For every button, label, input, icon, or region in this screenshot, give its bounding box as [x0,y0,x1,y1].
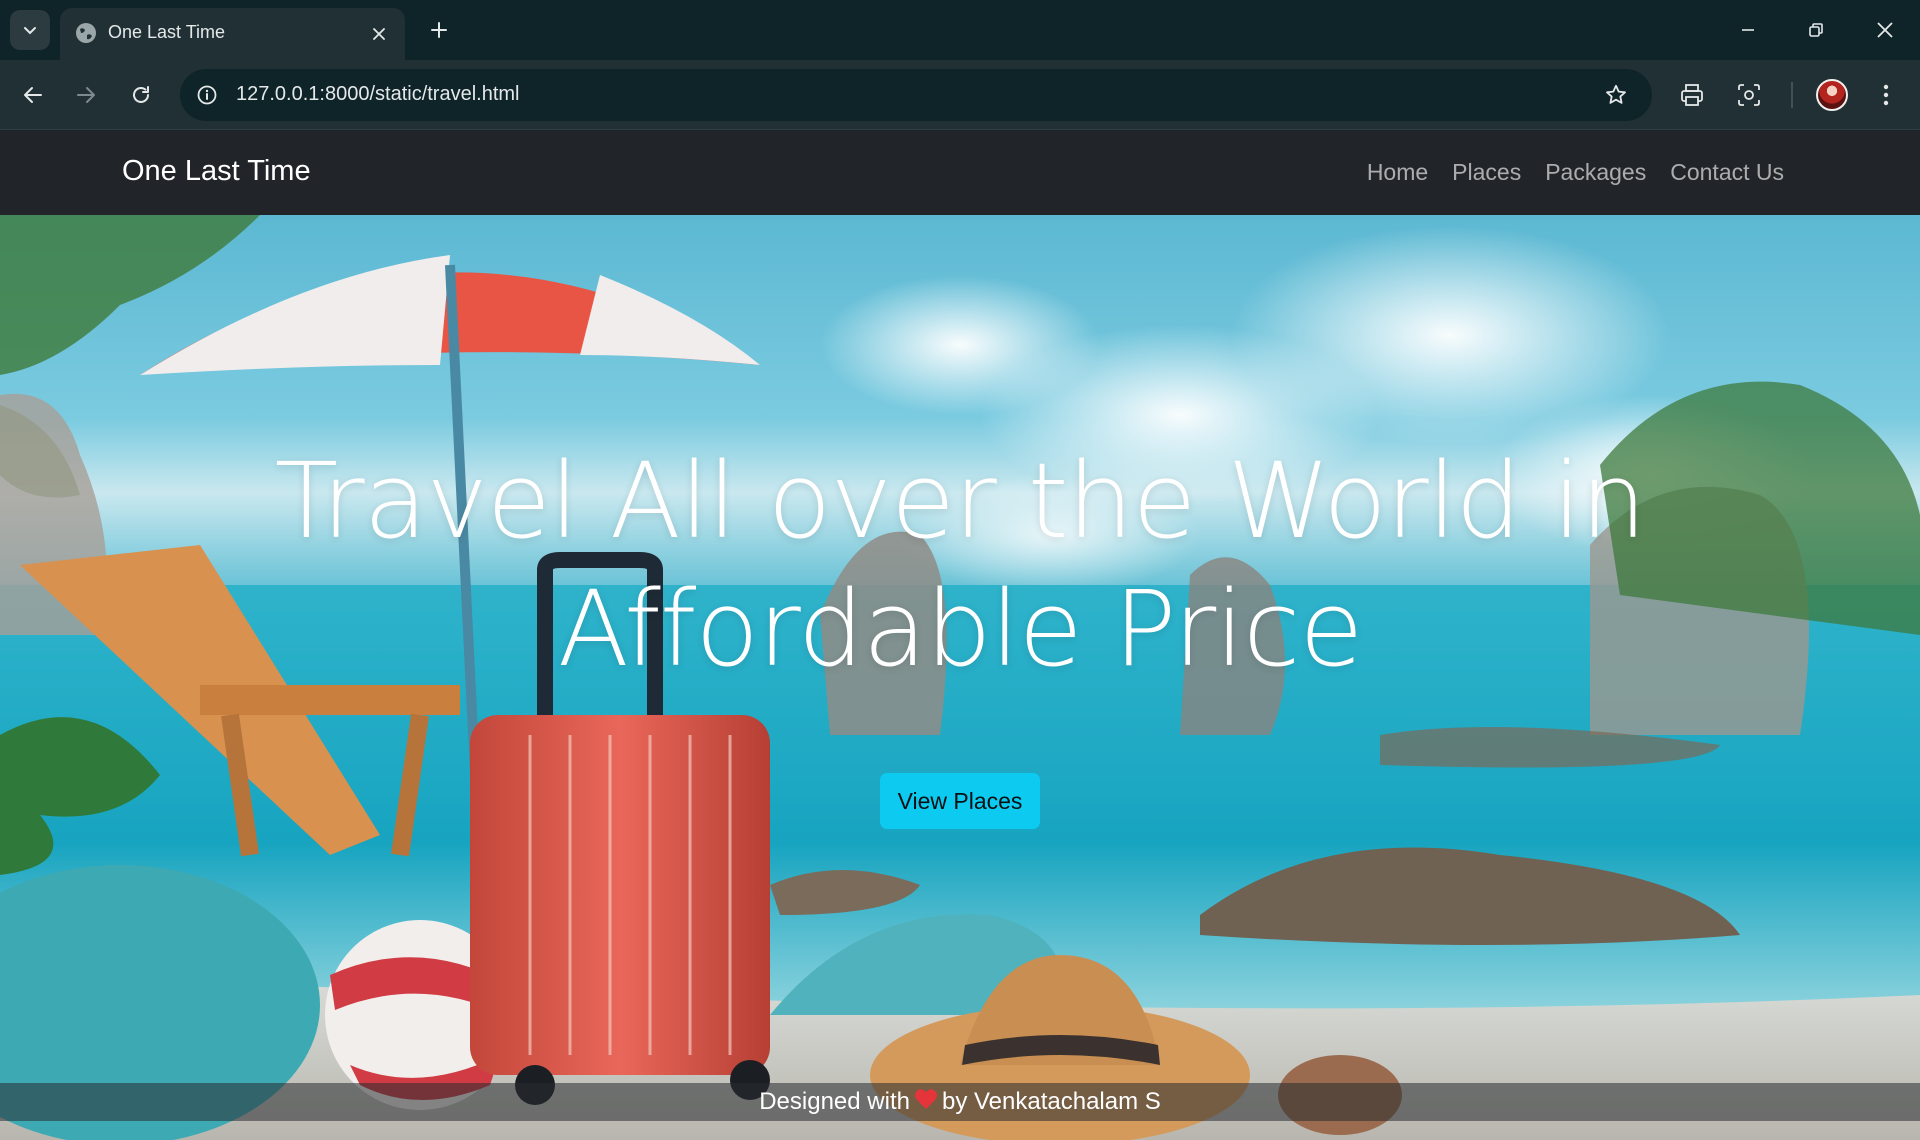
minimize-icon [1742,29,1754,31]
tab-title: One Last Time [108,22,226,42]
minimize-button[interactable] [1723,10,1773,50]
close-icon [373,28,385,40]
nav-links: Home Places Packages Contact Us [1367,159,1784,186]
printer-icon [1681,84,1703,106]
heart-icon [914,1088,938,1117]
url-text: 127.0.0.1:8000/static/travel.html [236,83,520,105]
new-tab-button[interactable] [425,16,453,44]
reload-icon [133,86,149,103]
arrow-right-icon [77,87,95,103]
browser-toolbar: 127.0.0.1:8000/static/travel.html [0,60,1920,130]
site-navbar: One Last Time Home Places Packages Conta… [0,131,1920,215]
address-bar[interactable]: 127.0.0.1:8000/static/travel.html [180,69,1652,121]
restore-button[interactable] [1791,10,1841,50]
view-places-button[interactable]: View Places [880,773,1040,829]
site-info-button[interactable] [194,82,220,108]
hero-title: Travel All over the World in Affordable … [0,437,1920,693]
footer-text-after: by Venkatachalam S [941,1088,1161,1115]
browser-tab[interactable]: One Last Time [60,8,405,60]
browser-tab-bar: One Last Time [0,0,1920,60]
arrow-left-icon [24,87,42,103]
reload-button[interactable] [123,77,159,113]
toolbar-divider [1791,82,1793,108]
back-button[interactable] [15,77,51,113]
restore-icon [1809,23,1823,37]
chevron-down-icon [24,27,36,35]
hero-title-line-1: Travel All over the World in [274,440,1647,562]
info-icon [197,85,217,105]
star-icon [1606,84,1626,104]
plus-icon [431,22,447,38]
close-icon [1877,22,1893,38]
nav-link-home[interactable]: Home [1367,159,1428,186]
browser-menu-button[interactable] [1868,77,1904,113]
site-footer: Designed with by Venkatachalam S [0,1083,1920,1121]
tab-search-button[interactable] [10,10,50,50]
bookmark-button[interactable] [1602,81,1630,109]
camera-icon [1738,84,1760,106]
nav-link-places[interactable]: Places [1452,159,1521,186]
print-button[interactable] [1674,77,1710,113]
hero-section: Travel All over the World in Affordable … [0,215,1920,1140]
hero-title-line-2: Affordable Price [557,568,1364,690]
profile-avatar[interactable] [1816,79,1848,111]
close-window-button[interactable] [1860,10,1910,50]
screenshot-button[interactable] [1731,77,1767,113]
more-vertical-icon [1883,84,1889,106]
globe-icon [76,23,96,43]
site-brand[interactable]: One Last Time [122,155,311,188]
tab-close-button[interactable] [367,22,391,46]
nav-link-contact[interactable]: Contact Us [1670,159,1784,186]
nav-link-packages[interactable]: Packages [1545,159,1646,186]
forward-button[interactable] [68,77,104,113]
footer-text-before: Designed with [759,1088,910,1115]
